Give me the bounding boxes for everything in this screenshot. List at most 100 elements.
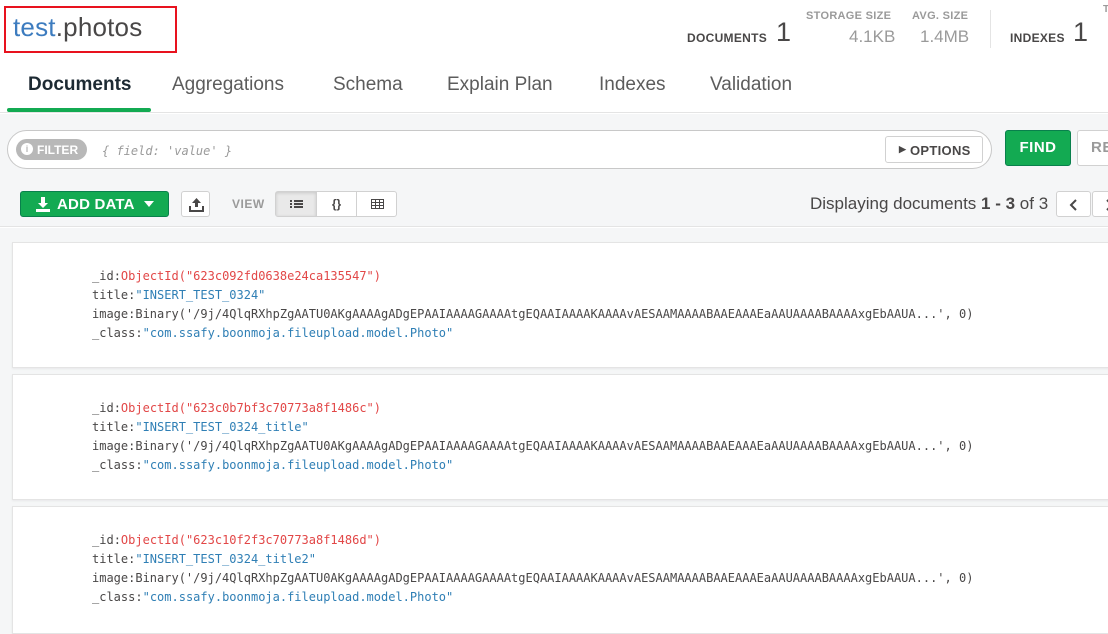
document-card[interactable]: _id:ObjectId("623c10f2f3c70773a8f1486d")… <box>12 506 1108 634</box>
field-key: title <box>92 420 129 434</box>
display-of: of <box>1015 194 1039 213</box>
documents-count-label: DOCUMENTS <box>687 31 768 45</box>
indexes-count-value: 1 <box>1073 17 1089 47</box>
tab-validation[interactable]: Validation <box>710 74 792 96</box>
info-icon: i <box>21 143 33 155</box>
field-value: Binary('/9j/4QlqRXhpZgAATU0AKgAAAAgADgEP… <box>135 307 974 321</box>
export-collection-button[interactable] <box>181 191 210 217</box>
field-value: ObjectId("623c0b7bf3c70773a8f1486c") <box>120 401 382 415</box>
storage-size-label: STORAGE SIZE <box>806 10 892 22</box>
next-page-button[interactable] <box>1092 191 1108 217</box>
document-field-image: image:Binary('/9j/4QlqRXhpZgAATU0AKgAAAA… <box>92 439 973 453</box>
field-value: "INSERT_TEST_0324_title2" <box>135 552 316 566</box>
collection-tabs: Documents Aggregations Schema Explain Pl… <box>0 60 1108 113</box>
field-key: _class <box>92 590 136 604</box>
collection-name: photos <box>63 12 143 42</box>
field-separator: : <box>113 401 121 415</box>
storage-size-value: 4.1KB <box>849 27 896 46</box>
table-view-button[interactable] <box>356 192 396 216</box>
field-value: "com.ssafy.boonmoja.fileupload.model.Pho… <box>142 326 454 340</box>
field-value: Binary('/9j/4QlqRXhpZgAATU0AKgAAAAgADgEP… <box>135 571 974 585</box>
field-separator: : <box>113 269 121 283</box>
document-field-id: _id:ObjectId("623c10f2f3c70773a8f1486d") <box>92 533 381 547</box>
upload-icon <box>189 198 204 212</box>
document-field-id: _id:ObjectId("623c092fd0638e24ca135547") <box>92 269 381 283</box>
caret-right-icon: ▶ <box>899 144 906 154</box>
document-field-title: title:"INSERT_TEST_0324_title2" <box>92 552 316 566</box>
field-key: title <box>92 552 129 566</box>
add-data-label: ADD DATA <box>57 196 135 213</box>
field-separator: : <box>113 533 121 547</box>
find-button[interactable]: FIND <box>1005 130 1071 166</box>
options-label: OPTIONS <box>910 143 971 158</box>
list-view-button[interactable] <box>276 192 316 216</box>
document-field-class: _class:"com.ssafy.boonmoja.fileupload.mo… <box>92 458 453 472</box>
previous-page-button[interactable] <box>1056 191 1091 217</box>
chevron-right-icon <box>1106 199 1108 211</box>
tab-schema[interactable]: Schema <box>333 74 403 96</box>
avg-size-label: AVG. SIZE <box>912 10 969 22</box>
add-data-button[interactable]: ADD DATA <box>20 191 169 217</box>
table-icon <box>371 199 384 209</box>
field-value: ObjectId("623c10f2f3c70773a8f1486d") <box>120 533 382 547</box>
collection-header: test.photos DOCUMENTS 1 STORAGE SIZE 4.1… <box>0 0 1108 60</box>
field-key: _id <box>92 533 114 547</box>
pagination-summary: Displaying documents 1 - 3 of 3 <box>810 194 1048 214</box>
document-field-image: image:Binary('/9j/4QlqRXhpZgAATU0AKgAAAA… <box>92 571 973 585</box>
field-key: image <box>92 571 129 585</box>
tab-documents[interactable]: Documents <box>28 74 131 96</box>
view-label: VIEW <box>232 197 265 211</box>
stats-divider <box>990 10 991 48</box>
view-switcher: {} <box>275 191 397 217</box>
field-value: "INSERT_TEST_0324_title" <box>135 420 309 434</box>
document-field-class: _class:"com.ssafy.boonmoja.fileupload.mo… <box>92 590 453 604</box>
namespace-title: test.photos <box>13 12 142 43</box>
active-tab-indicator <box>7 108 151 112</box>
documents-toolbar: ADD DATA VIEW {} Displaying documents 1 … <box>0 184 1108 227</box>
display-total: 3 <box>1038 194 1049 213</box>
truncated-stat-label: T <box>1103 4 1108 15</box>
filter-input[interactable] <box>102 142 862 160</box>
field-key: _class <box>92 458 136 472</box>
document-list: _id:ObjectId("623c092fd0638e24ca135547")… <box>0 228 1108 634</box>
field-key: title <box>92 288 129 302</box>
reset-button[interactable]: RE <box>1077 130 1108 166</box>
options-button[interactable]: ▶ OPTIONS <box>885 136 983 163</box>
document-card[interactable]: _id:ObjectId("623c0b7bf3c70773a8f1486c")… <box>12 374 1108 500</box>
document-field-id: _id:ObjectId("623c0b7bf3c70773a8f1486c") <box>92 401 381 415</box>
filter-bar: i FILTER ▶ OPTIONS <box>7 130 992 169</box>
field-value: Binary('/9j/4QlqRXhpZgAATU0AKgAAAAgADgEP… <box>135 439 974 453</box>
tab-aggregations[interactable]: Aggregations <box>172 74 284 96</box>
document-field-class: _class:"com.ssafy.boonmoja.fileupload.mo… <box>92 326 453 340</box>
field-key: _class <box>92 326 136 340</box>
indexes-count-label: INDEXES <box>1010 31 1065 45</box>
chevron-down-icon <box>144 201 154 207</box>
field-value: ObjectId("623c092fd0638e24ca135547") <box>120 269 382 283</box>
filter-label: FILTER <box>37 143 79 157</box>
query-bar: i FILTER ▶ OPTIONS FIND RE <box>0 114 1108 184</box>
field-key: image <box>92 307 129 321</box>
display-prefix: Displaying documents <box>810 194 982 213</box>
filter-info-pill[interactable]: i FILTER <box>16 139 87 160</box>
document-field-title: title:"INSERT_TEST_0324_title" <box>92 420 309 434</box>
json-view-button[interactable]: {} <box>316 192 356 216</box>
document-card[interactable]: _id:ObjectId("623c092fd0638e24ca135547")… <box>12 242 1108 368</box>
field-value: "com.ssafy.boonmoja.fileupload.model.Pho… <box>142 590 454 604</box>
chevron-left-icon <box>1069 199 1077 211</box>
tab-indexes[interactable]: Indexes <box>599 74 666 96</box>
field-separator: : <box>135 458 143 472</box>
tab-explain-plan[interactable]: Explain Plan <box>447 74 553 96</box>
field-key: _id <box>92 269 114 283</box>
download-icon <box>36 197 50 212</box>
display-range: 1 - 3 <box>981 194 1016 213</box>
documents-count-value: 1 <box>776 17 792 47</box>
field-key: image <box>92 439 129 453</box>
field-value: "INSERT_TEST_0324" <box>135 288 266 302</box>
database-name[interactable]: test <box>13 12 56 42</box>
field-separator: : <box>135 590 143 604</box>
field-separator: : <box>135 326 143 340</box>
field-key: _id <box>92 401 114 415</box>
document-field-title: title:"INSERT_TEST_0324" <box>92 288 265 302</box>
list-icon <box>290 200 303 208</box>
avg-size-value: 1.4MB <box>920 27 970 46</box>
